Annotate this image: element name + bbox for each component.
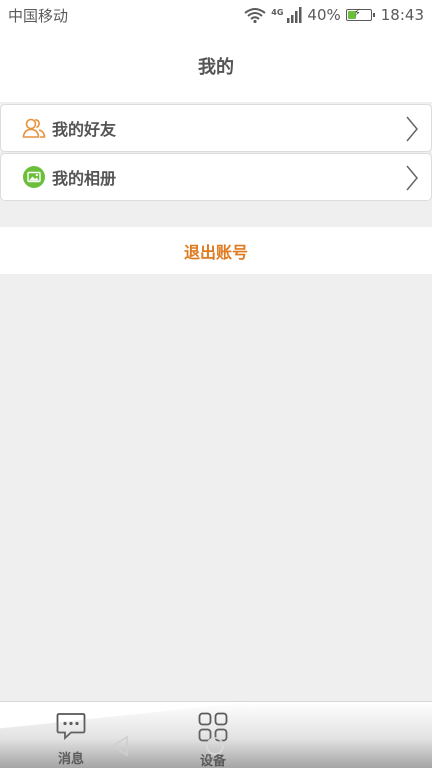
album-icon (22, 165, 46, 189)
logout-button[interactable]: 退出账号 (0, 227, 432, 274)
tab-label: 消息 (57, 752, 84, 767)
battery-percent: 40% (307, 6, 341, 24)
back-icon[interactable] (109, 735, 131, 761)
status-icons: 4G 40% ⚡ 18:43 (244, 6, 424, 24)
charging-icon: ⚡ (353, 8, 361, 19)
menu-item-friends[interactable]: 我的好友 (0, 104, 432, 152)
page-header: 我的 (0, 30, 432, 102)
tab-messages[interactable]: 消息 (21, 702, 121, 768)
carrier-name: 中国移动 (8, 6, 69, 25)
home-icon[interactable] (205, 736, 225, 760)
network-type: 4G (271, 8, 284, 17)
signal-icon (286, 7, 302, 23)
page-title: 我的 (198, 57, 234, 78)
logout-label: 退出账号 (183, 242, 248, 262)
battery-icon: ⚡ (345, 8, 375, 21)
friends-icon (22, 116, 46, 140)
chevron-right-icon (405, 164, 419, 196)
chevron-right-icon (405, 115, 419, 147)
menu-item-label: 我的好友 (52, 120, 117, 139)
menu-item-album[interactable]: 我的相册 (0, 153, 432, 201)
wifi-icon (244, 7, 266, 23)
menu-item-label: 我的相册 (52, 169, 117, 188)
message-icon (56, 712, 86, 744)
clock: 18:43 (380, 6, 424, 24)
status-bar: 中国移动 4G 40% ⚡ 18:43 (0, 0, 432, 30)
